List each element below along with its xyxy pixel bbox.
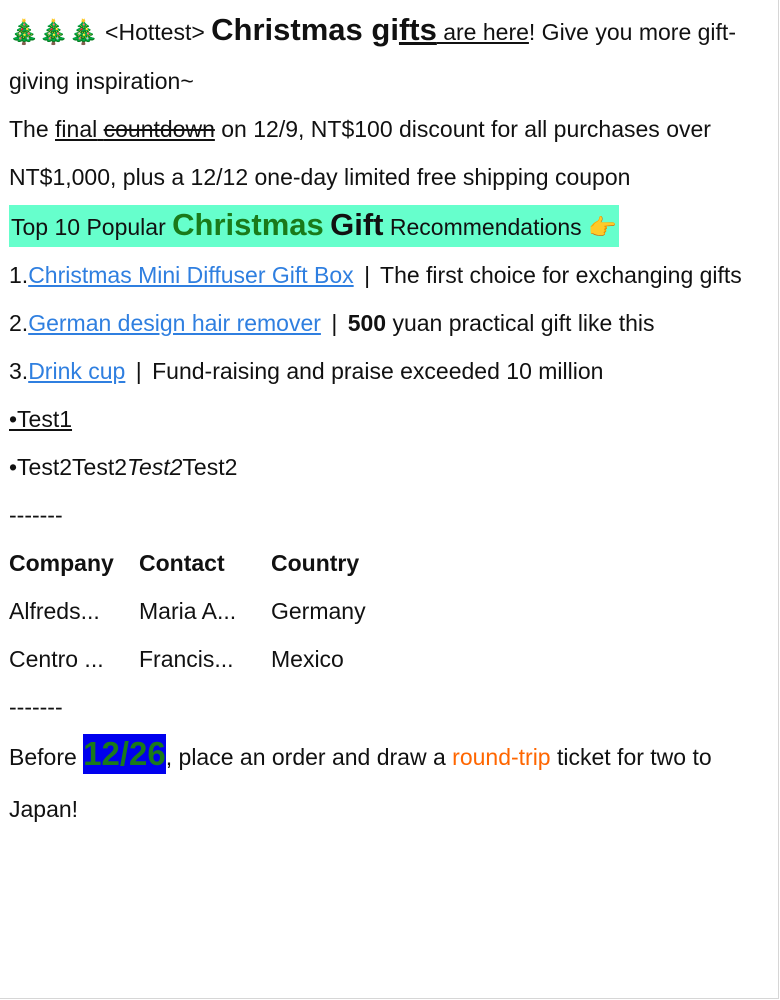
header-contact: Contact (139, 550, 225, 576)
item-separator: | (331, 310, 338, 336)
item-separator: | (135, 358, 142, 384)
table-cell: Alfreds... (9, 598, 100, 624)
item-description: The first choice for exchanging gifts (374, 262, 742, 288)
test2-text-c: Test2 (182, 454, 238, 480)
test2-line: •Test2Test2Test2Test2 (9, 443, 771, 491)
promo-paragraph: Before 12/26, place an order and draw a … (9, 731, 771, 835)
article-body: 🎄🎄🎄 <Hottest> Christmas gifts are here! … (9, 6, 771, 835)
table-row: Alfreds... Maria A... Germany (9, 587, 771, 635)
table-row: Centro ... Francis... Mexico (9, 635, 771, 683)
test1-text: •Test1 (9, 406, 73, 432)
table-header-row: Company Contact Country (9, 539, 771, 587)
promo-before: Before (9, 744, 84, 770)
top10-prefix: Top 10 Popular (11, 214, 173, 240)
header-country: Country (271, 550, 360, 576)
top10-line: Top 10 Popular Christmas Gift Recommenda… (9, 201, 771, 251)
item-description: yuan practical gift like this (386, 310, 655, 336)
promo-mid: , place an order and draw a (165, 744, 453, 770)
test2-text-a: •Test2Test2 (9, 454, 127, 480)
countdown-paragraph: The final countdown on 12/9, NT$100 disc… (9, 105, 771, 201)
fts-text: fts (398, 12, 437, 47)
top10-suffix: Recommendations (383, 214, 589, 240)
price-bold: 500 (347, 310, 387, 336)
item-number: 1. (9, 262, 29, 288)
christmas-gi-text: Christmas gi (211, 12, 399, 47)
test2-italic: Test2 (127, 454, 183, 480)
list-item: 1.Christmas Mini Diffuser Gift Box | The… (9, 251, 771, 299)
item-description: Fund-raising and praise exceeded 10 mill… (145, 358, 604, 384)
item-separator: | (364, 262, 371, 288)
notice-part1: The (9, 116, 56, 142)
divider: ------- (9, 502, 63, 528)
table-cell: Francis... (139, 646, 234, 672)
christmas-green-text: Christmas (172, 207, 324, 242)
header-paragraph: 🎄🎄🎄 <Hottest> Christmas gifts are here! … (9, 6, 771, 105)
top10-heading: Top 10 Popular Christmas Gift Recommenda… (9, 205, 619, 247)
round-trip-text: round-trip (452, 744, 551, 770)
item-number: 2. (9, 310, 29, 336)
header-company: Company (9, 550, 114, 576)
list-item: 3.Drink cup | Fund-raising and praise ex… (9, 347, 771, 395)
final-word: final (55, 116, 98, 142)
are-here-text: are here (436, 19, 529, 45)
item-number: 3. (9, 358, 29, 384)
list-item: 2.German design hair remover | 500 yuan … (9, 299, 771, 347)
item-link-hair-remover[interactable]: German design hair remover (28, 310, 321, 336)
gift-bold-text: Gift (330, 207, 384, 242)
christmas-gifts-heading: Christmas gifts (211, 12, 437, 47)
promo-date-highlight: 12/26 (83, 734, 166, 774)
table-cell: Mexico (271, 646, 344, 672)
company-table: Company Contact Country Alfreds... Maria A.… (9, 539, 771, 683)
christmas-tree-icon: 🎄🎄🎄 (9, 19, 99, 46)
test1-line: •Test1 (9, 395, 771, 443)
table-cell: Centro ... (9, 646, 104, 672)
table-cell: Germany (271, 598, 366, 624)
hottest-tag: <Hottest> (98, 19, 212, 45)
table-cell: Maria A... (139, 598, 237, 624)
pointing-hand-icon: 👉 (588, 214, 617, 240)
countdown-word: countdown (103, 116, 215, 142)
divider: ------- (9, 694, 63, 720)
item-link-drink-cup[interactable]: Drink cup (28, 358, 125, 384)
item-link-diffuser[interactable]: Christmas Mini Diffuser Gift Box (28, 262, 353, 288)
